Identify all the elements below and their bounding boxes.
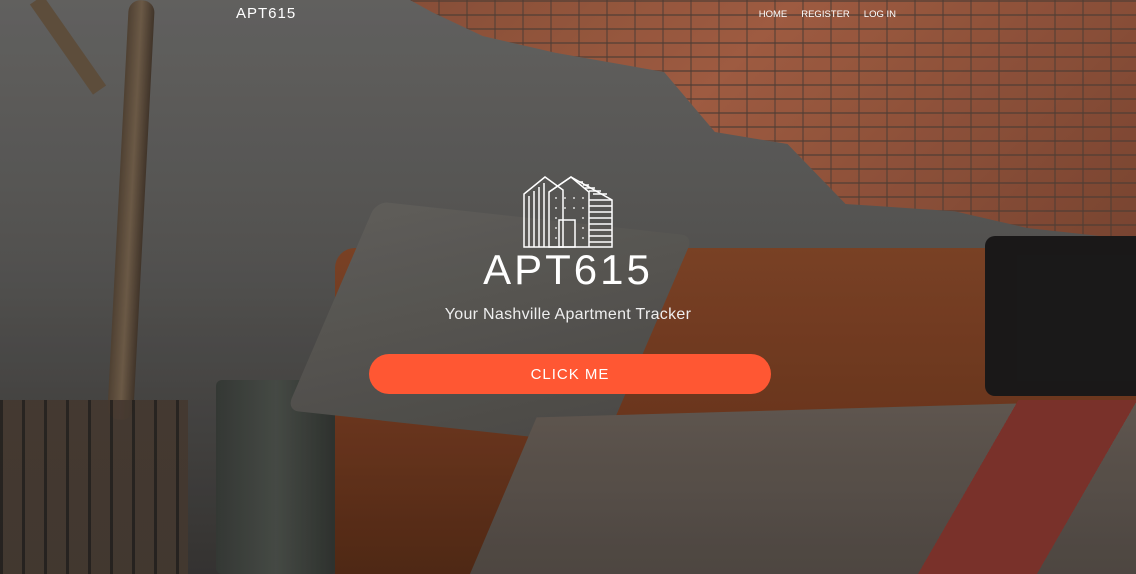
nav-links: HOME REGISTER LOG IN [759, 9, 896, 20]
nav-brand[interactable]: APT615 [236, 5, 296, 22]
nav-login-link[interactable]: LOG IN [864, 9, 896, 20]
hero-title: APT615 [483, 246, 653, 293]
nav-register-link[interactable]: REGISTER [801, 9, 850, 20]
top-navbar: APT615 HOME REGISTER LOG IN [0, 0, 1136, 28]
hero-tagline: Your Nashville Apartment Tracker [444, 306, 692, 323]
house-logo-icon [523, 176, 613, 248]
click-me-button[interactable]: CLICK ME [369, 354, 771, 394]
nav-home-link[interactable]: HOME [759, 9, 788, 20]
hero-section: APT615 Your Nashville Apartment Tracker [0, 176, 1136, 324]
